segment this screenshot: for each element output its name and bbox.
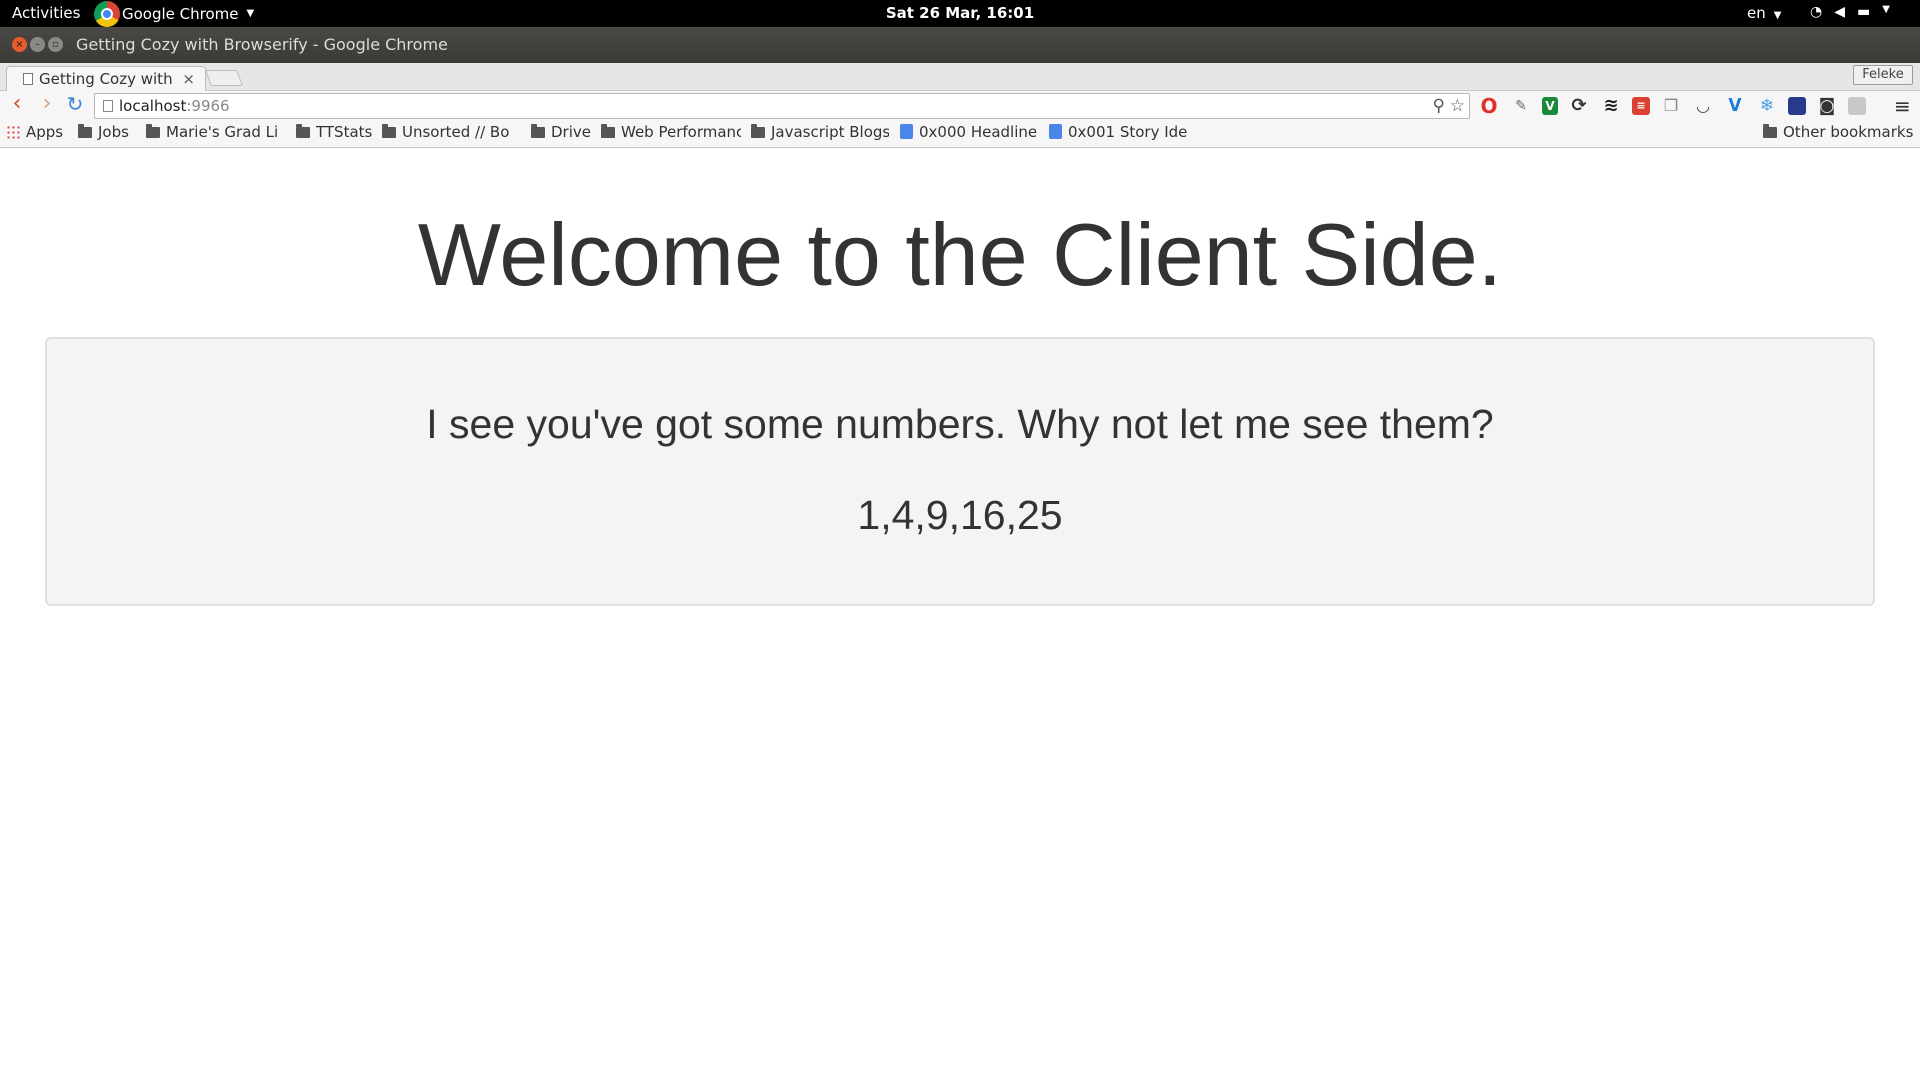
bookmark-folder-jobs[interactable]: Jobs — [78, 123, 129, 141]
page-title: Welcome to the Client Side. — [417, 205, 1503, 304]
vimeo-icon[interactable]: ᐯ — [1724, 95, 1746, 117]
zoom-icon[interactable]: ⚲ — [1433, 94, 1445, 118]
profile-button[interactable]: Feleke — [1853, 65, 1913, 85]
bookmark-folder-maries-grad[interactable]: Marie's Grad Li — [146, 123, 286, 141]
bookmark-star-icon[interactable]: ☆ — [1450, 94, 1465, 118]
doc-icon — [1049, 124, 1062, 139]
bookmark-label: Web Performanc — [621, 123, 741, 141]
bookmark-0x001-story-idea[interactable]: 0x001 Story Ide — [1049, 123, 1187, 141]
bookmark-label: Javascript Blogs — [771, 123, 889, 141]
page-icon — [23, 73, 33, 85]
folder-icon — [601, 124, 615, 138]
new-tab-button[interactable] — [205, 70, 243, 86]
chevron-down-icon: ▼ — [1773, 10, 1782, 21]
grey-square-icon[interactable] — [1848, 97, 1866, 115]
eyedropper-icon[interactable]: ✎ — [1510, 95, 1532, 117]
bookmark-folder-unsorted[interactable]: Unsorted // Bo — [382, 123, 520, 141]
camera-icon[interactable]: ◙ — [1816, 95, 1838, 117]
reload-button[interactable]: ↻ — [64, 94, 86, 116]
bookmark-icon[interactable] — [1788, 97, 1806, 115]
browser-toolbar: ‹ › ↻ localhost:9966 ⚲ ☆ O ✎ V ⟳ ≋ ≡ ❐ ◡… — [0, 91, 1920, 121]
chevron-down-icon: ▼ — [1882, 4, 1890, 15]
address-bar[interactable]: localhost:9966 ⚲ ☆ — [94, 93, 1470, 119]
bookmark-folder-javascript-blogs[interactable]: Javascript Blogs — [751, 123, 889, 141]
folder-icon — [751, 124, 765, 138]
tab-label: Getting Cozy with — [39, 70, 173, 88]
bookmark-folder-ttstats[interactable]: TTStats — [296, 123, 372, 141]
v-icon[interactable]: V — [1542, 97, 1558, 115]
close-window-button[interactable]: × — [12, 37, 27, 52]
tab-active[interactable]: Getting Cozy with × — [6, 66, 206, 92]
battery-icon: ▬ — [1857, 4, 1871, 20]
volume-icon: ◀ — [1834, 4, 1845, 20]
bookmark-label: Jobs — [98, 123, 129, 141]
hamburger-menu-icon[interactable]: ≡ — [1894, 94, 1911, 118]
folder-icon — [78, 124, 92, 138]
folder-icon — [1763, 124, 1777, 138]
folder-icon — [531, 124, 545, 138]
copy-icon[interactable]: ❐ — [1660, 95, 1682, 117]
bookmark-other-bookmarks[interactable]: Other bookmarks — [1763, 123, 1913, 141]
numbers-output: 1,4,9,16,25 — [857, 492, 1063, 538]
bookmark-label: TTStats — [316, 123, 373, 141]
buffer-icon[interactable]: ≋ — [1600, 95, 1622, 117]
todoist-icon[interactable]: ≡ — [1632, 97, 1650, 115]
bookmark-label: 0x001 Story Ide — [1068, 123, 1187, 141]
url-host: localhost — [119, 97, 187, 115]
page-content: Welcome to the Client Side. I see you've… — [0, 148, 1920, 1080]
bookmark-0x000-headline[interactable]: 0x000 Headline — [900, 123, 1038, 141]
system-status-menu[interactable]: ◔ ◀ ▬ ▼ — [1810, 4, 1890, 20]
window-title-bar: × – ▫ Getting Cozy with Browserify - Goo… — [0, 27, 1920, 63]
tab-strip: Getting Cozy with × Feleke — [0, 63, 1920, 92]
bookmark-label: Drive — [551, 123, 591, 141]
wifi-icon: ◔ — [1810, 4, 1823, 20]
maximize-window-button[interactable]: ▫ — [48, 37, 63, 52]
clock[interactable]: Sat 26 Mar, 16:01 — [0, 4, 1920, 22]
minimize-window-button[interactable]: – — [30, 37, 45, 52]
numbers-prompt: I see you've got some numbers. Why not l… — [426, 401, 1494, 447]
bookmark-label: Marie's Grad Li — [166, 123, 279, 141]
folder-icon — [146, 124, 160, 138]
bookmark-label: Unsorted // Bo — [402, 123, 510, 141]
pocket-icon[interactable]: ◡ — [1692, 95, 1714, 117]
bookmarks-bar: Apps Jobs Marie's Grad Li TTStats Unsort… — [0, 121, 1920, 148]
snowflake-icon[interactable]: ❄ — [1756, 95, 1778, 117]
bookmark-apps[interactable]: Apps — [6, 123, 63, 141]
gnome-top-bar: Activities Google Chrome ▼ Sat 26 Mar, 1… — [0, 0, 1920, 27]
folder-icon — [382, 124, 396, 138]
back-button[interactable]: ‹ — [6, 93, 28, 116]
doc-icon — [900, 124, 913, 139]
forward-button[interactable]: › — [36, 93, 58, 116]
bookmark-label: 0x000 Headline — [919, 123, 1038, 141]
bookmark-label: Other bookmarks — [1783, 123, 1914, 141]
apps-icon — [6, 125, 20, 139]
url-port: :9966 — [186, 97, 230, 115]
bookmark-folder-drive[interactable]: Drive — [531, 123, 591, 141]
language-label: en — [1747, 4, 1766, 22]
folder-icon — [296, 124, 310, 138]
tab-close-icon[interactable]: × — [182, 70, 195, 88]
opera-icon[interactable]: O — [1478, 95, 1500, 117]
sync-icon[interactable]: ⟳ — [1568, 95, 1590, 117]
bookmark-folder-web-performance[interactable]: Web Performanc — [601, 123, 741, 141]
numbers-panel: I see you've got some numbers. Why not l… — [45, 337, 1875, 606]
window-title: Getting Cozy with Browserify - Google Ch… — [76, 35, 448, 54]
bookmark-label: Apps — [26, 123, 64, 141]
extensions-area: O ✎ V ⟳ ≋ ≡ ❐ ◡ ᐯ ❄ ◙ — [1478, 95, 1866, 117]
language-indicator[interactable]: en ▼ — [1747, 4, 1781, 22]
page-icon — [103, 100, 113, 112]
